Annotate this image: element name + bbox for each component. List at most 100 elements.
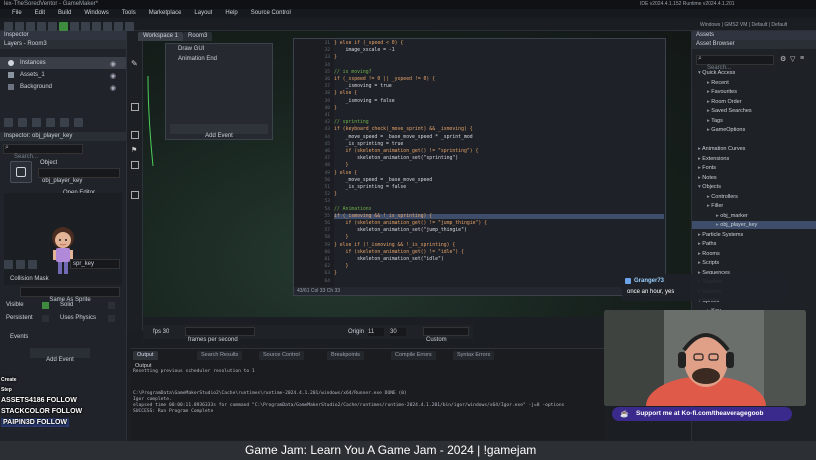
grid-icon[interactable] <box>131 131 139 139</box>
zoom-in-icon[interactable] <box>103 22 112 31</box>
output-log[interactable]: Resetting previous scheduler resolution … <box>131 369 605 439</box>
clean-icon[interactable] <box>92 22 101 31</box>
asset-tree-item[interactable]: ▸ Fonts <box>692 164 816 172</box>
asset-tree-item[interactable]: ▸ Extensions <box>692 155 816 163</box>
asset-tree-item[interactable]: ▸ Favourites <box>692 88 816 96</box>
asset-tree-item[interactable]: ▸ Particle Systems <box>692 231 816 239</box>
fps-mode-select[interactable]: frames per second <box>185 327 255 343</box>
menu-tools[interactable]: Tools <box>122 9 136 18</box>
tab-output[interactable]: Output <box>133 351 158 360</box>
line-number: 56 <box>324 221 330 226</box>
menu-edit[interactable]: Edit <box>35 9 45 18</box>
object-inspector-tab[interactable]: Inspector: obj_player_key <box>0 132 126 141</box>
asset-search-input[interactable]: Search... <box>696 55 774 71</box>
add-asset-layer-icon[interactable] <box>18 118 27 127</box>
asset-tree-item[interactable]: ▸ Room Order <box>692 98 816 106</box>
tab-room3[interactable]: Room3 <box>183 32 213 41</box>
new-project-icon[interactable] <box>4 22 13 31</box>
zoom-out-icon[interactable] <box>114 22 123 31</box>
asset-tree-item[interactable]: ▸ Paths <box>692 240 816 248</box>
save-icon[interactable] <box>26 22 35 31</box>
asset-tree-item[interactable]: ▸ Notes <box>692 174 816 182</box>
sprite-new-icon[interactable] <box>16 259 25 269</box>
asset-tree-item[interactable]: ▸ Scripts <box>692 259 816 267</box>
open-editor-button[interactable]: Open Editor <box>38 181 120 196</box>
tab-workspace[interactable]: Workspace 1 <box>138 32 183 41</box>
persistent-checkbox[interactable] <box>42 315 49 322</box>
sprite-select[interactable]: spr_key <box>70 259 120 269</box>
asset-tree-item[interactable]: ▾ Objects <box>692 183 816 191</box>
event-animation-end[interactable]: Animation End <box>166 54 272 64</box>
asset-tree-item[interactable]: ▸ Rooms <box>692 250 816 258</box>
visibility-eye-icon[interactable]: ◉ <box>110 83 116 95</box>
menu-windows[interactable]: Windows <box>84 9 108 18</box>
asset-tree-item[interactable]: ▸ GameOptions <box>692 126 816 134</box>
menu-build[interactable]: Build <box>58 9 71 18</box>
add-path-icon[interactable] <box>32 118 41 127</box>
asset-tree-item[interactable]: ▸ Saved Searches <box>692 107 816 115</box>
debug-icon[interactable] <box>70 22 79 31</box>
asset-tree-item[interactable]: ▸ Animation Curves <box>692 145 816 153</box>
asset-tree-item[interactable]: ▸ obj_player_key <box>692 221 816 229</box>
asset-tree-item[interactable]: ▸ Tags <box>692 117 816 125</box>
add-layer-icon[interactable] <box>4 118 13 127</box>
origin-y-field[interactable]: 30 <box>390 328 406 336</box>
inspector-tab[interactable]: Inspector <box>0 31 126 40</box>
tab-source-control[interactable]: Source Control <box>259 351 304 360</box>
menu-source-control[interactable]: Source Control <box>251 9 291 18</box>
asset-tree-item[interactable]: ▸ Recent <box>692 79 816 87</box>
origin-x-field[interactable]: 11 <box>368 328 384 336</box>
settings-icon[interactable]: ⚙ <box>780 55 786 63</box>
pencil-icon[interactable]: ✎ <box>131 59 138 68</box>
asset-tree-item[interactable] <box>692 136 816 144</box>
layer-assets[interactable]: Assets_1 ◉ <box>0 69 126 81</box>
menu-file[interactable]: File <box>12 9 22 18</box>
code-editor[interactable]: 31 32 33 34 35 36 37 38 39 40 41 42 43 44 45 46 47 48 49 50… <box>293 38 666 296</box>
event-draw-gui[interactable]: Draw GUI <box>166 44 272 54</box>
assets-tab[interactable]: Assets <box>692 31 816 40</box>
stop-icon[interactable] <box>81 22 90 31</box>
menu-layout[interactable]: Layout <box>194 9 212 18</box>
asset-tree-item[interactable]: ▾ Quick Access <box>692 69 816 77</box>
collision-mask-select[interactable]: Same As Sprite <box>20 287 120 303</box>
redo-icon[interactable] <box>48 22 57 31</box>
undo-icon[interactable] <box>37 22 46 31</box>
stamp-icon[interactable] <box>131 191 139 199</box>
sprite-edit-icon[interactable] <box>4 259 13 269</box>
target-selector[interactable]: Windows | GMS2 VM | Default | Default <box>700 21 787 29</box>
open-project-icon[interactable] <box>15 22 24 31</box>
add-event-button[interactable]: Add Event <box>30 348 90 363</box>
kofi-banner[interactable]: ☕ Support me at Ko-fi.com/theaveragegoob <box>612 407 792 421</box>
overlay-label: Step <box>1 387 12 393</box>
menu-icon[interactable]: ≡ <box>800 55 804 62</box>
filter-icon[interactable]: ▽ <box>790 55 795 63</box>
visible-checkbox[interactable] <box>42 302 49 309</box>
asset-tree-item[interactable]: ▸ obj_marker <box>692 212 816 220</box>
add-tile-icon[interactable] <box>46 118 55 127</box>
menu-marketplace[interactable]: Marketplace <box>149 9 182 18</box>
layer-background[interactable]: Background ◉ <box>0 81 126 93</box>
add-folder-icon[interactable] <box>60 118 69 127</box>
asset-tree-item[interactable]: ▸ Controllers <box>692 193 816 201</box>
asset-label: Animation Curves <box>702 146 746 152</box>
flag-icon[interactable]: ⚑ <box>131 146 137 154</box>
sprite-browse-icon[interactable] <box>28 259 37 269</box>
menu-help[interactable]: Help <box>225 9 237 18</box>
origin-mode-select[interactable]: Custom <box>423 327 469 343</box>
physics-checkbox[interactable] <box>108 315 115 322</box>
inspector-search-input[interactable]: Search... <box>3 144 83 160</box>
tab-syntax-errors[interactable]: Syntax Errors <box>453 351 495 360</box>
zoom-reset-icon[interactable] <box>125 22 134 31</box>
layer-instances[interactable]: Instances ◉ <box>0 57 126 69</box>
solid-checkbox[interactable] <box>108 302 115 309</box>
tab-compile-errors[interactable]: Compile Errors <box>391 351 436 360</box>
tab-search-results[interactable]: Search Results <box>197 351 243 360</box>
select-icon[interactable] <box>131 103 139 111</box>
object-name-field[interactable]: obj_player_key <box>38 168 120 184</box>
tab-breakpoints[interactable]: Breakpoints <box>327 351 365 360</box>
run-icon[interactable] <box>59 22 68 31</box>
delete-layer-icon[interactable] <box>74 118 83 127</box>
add-event-button[interactable]: Add Event <box>170 124 268 139</box>
asset-tree-item[interactable]: ▸ Filler <box>692 202 816 210</box>
fill-icon[interactable] <box>131 161 139 169</box>
